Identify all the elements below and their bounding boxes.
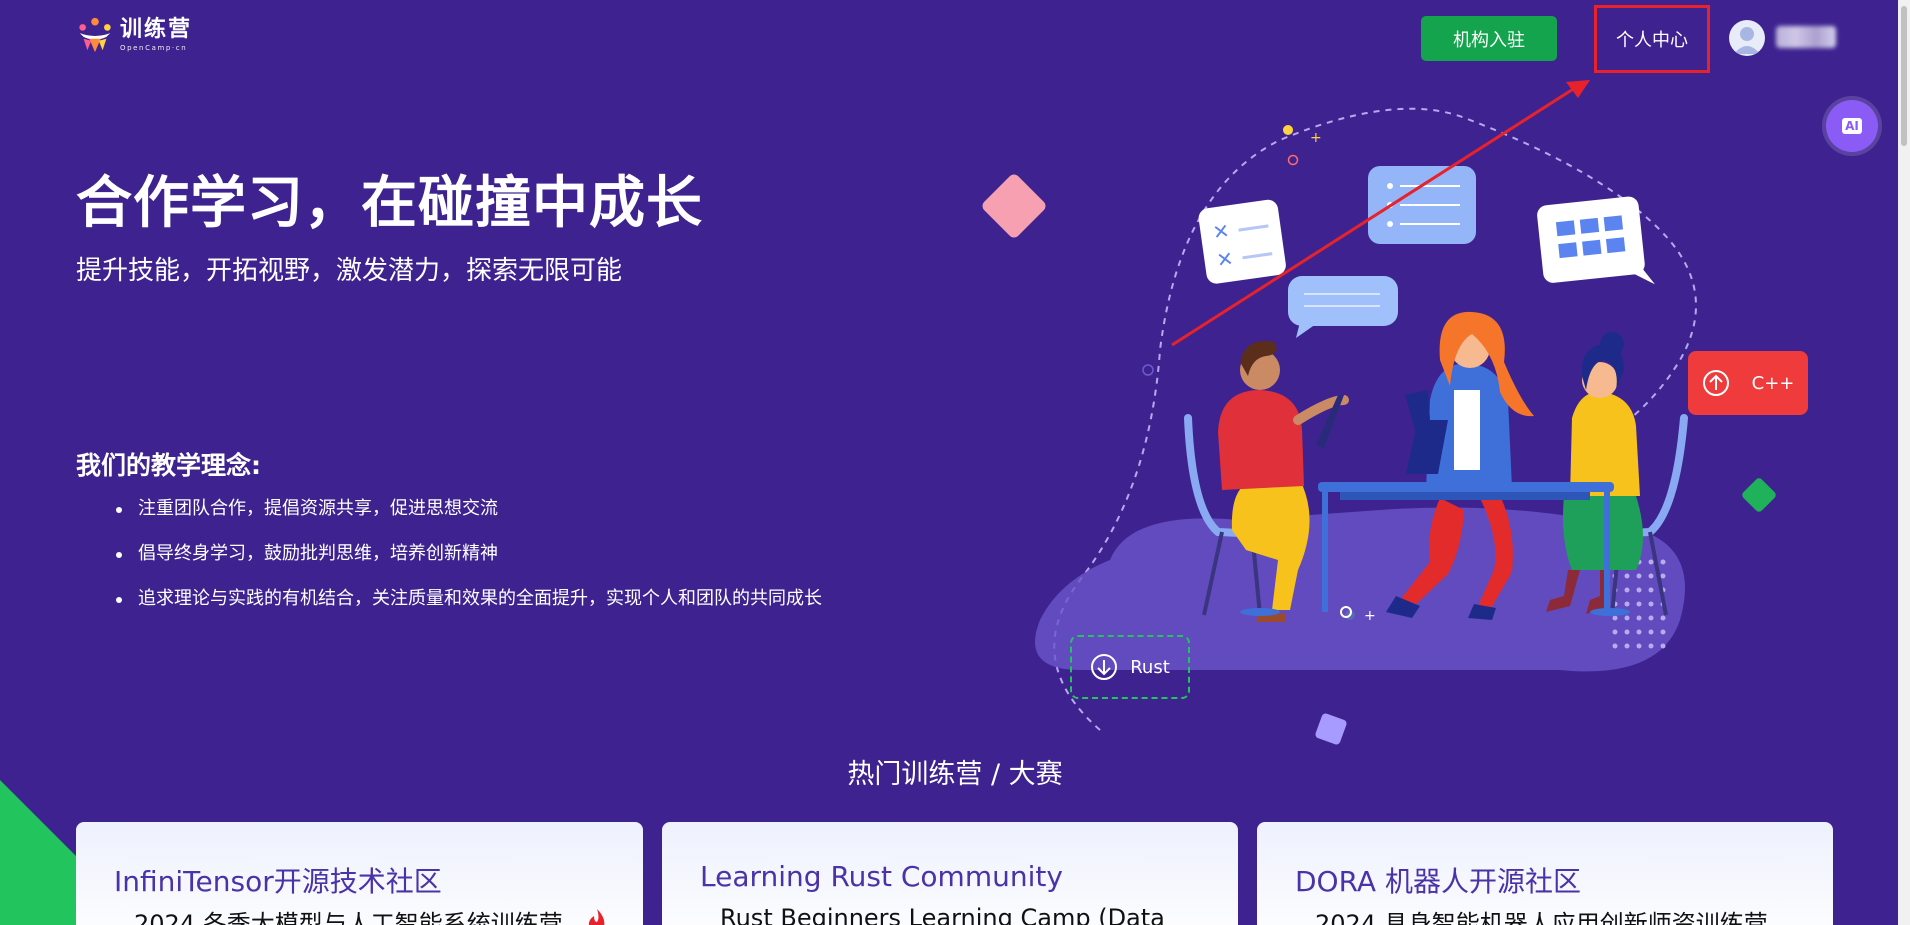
- card-camp-title[interactable]: 2024 冬季大模型与人工智能系统训练营: [134, 904, 608, 925]
- download-arrow-icon: [1091, 654, 1118, 680]
- card-camp-title[interactable]: Rust Beginners Learning Camp (Data: [720, 904, 1165, 925]
- cpp-tag: C++: [1688, 351, 1808, 415]
- rust-tag: Rust: [1070, 635, 1190, 699]
- cpp-tag-label: C++: [1751, 372, 1795, 394]
- card-org-name[interactable]: Learning Rust Community: [700, 860, 1063, 893]
- camp-card[interactable]: DORA 机器人开源社区 2024 具身智能机器人应用创新师资训练营: [1257, 822, 1833, 925]
- corner-decoration-fill: [0, 860, 80, 925]
- fire-icon: [589, 909, 605, 925]
- hot-camps-section-title: 热门训练营 / 大赛: [847, 759, 1063, 790]
- scrollbar-thumb[interactable]: [1901, 6, 1907, 146]
- page: 训练营 OpenCamp·cn 机构入驻 个人中心 AI 合作学习，在碰撞中成长…: [0, 0, 1910, 925]
- card-org-name[interactable]: DORA 机器人开源社区: [1295, 860, 1581, 900]
- corner-decoration: [0, 780, 80, 860]
- camp-card[interactable]: Learning Rust Community Rust Beginners L…: [662, 822, 1238, 925]
- rust-tag-label: Rust: [1130, 656, 1170, 678]
- card-org-name[interactable]: InfiniTensor开源技术社区: [114, 860, 442, 900]
- page-scrollbar[interactable]: [1898, 0, 1910, 925]
- camp-card[interactable]: InfiniTensor开源技术社区 2024 冬季大模型与人工智能系统训练营: [76, 822, 643, 925]
- card-camp-title-text: 2024 冬季大模型与人工智能系统训练营: [134, 910, 563, 925]
- card-camp-title[interactable]: 2024 具身智能机器人应用创新师资训练营: [1315, 904, 1768, 925]
- upload-arrow-icon: [1702, 370, 1729, 396]
